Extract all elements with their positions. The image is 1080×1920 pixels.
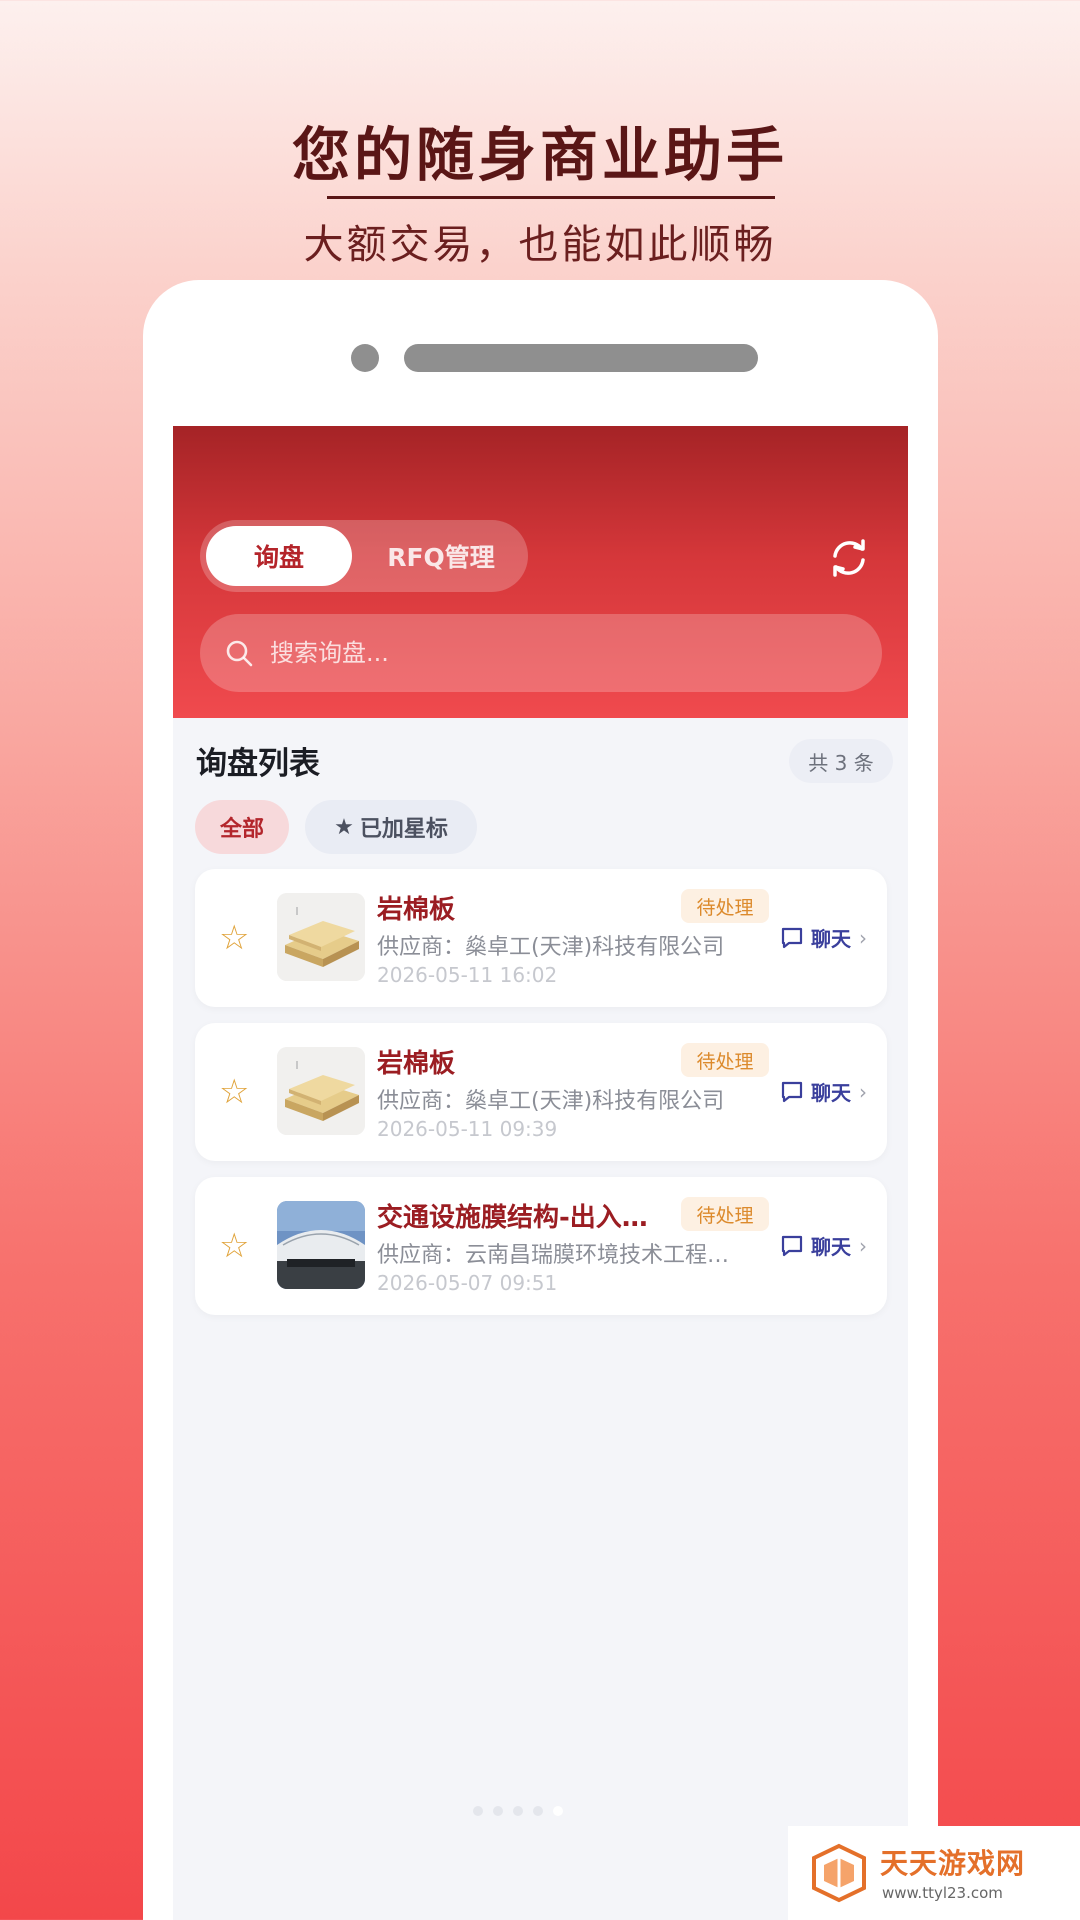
inquiry-title: 交通设施膜结构-出入… bbox=[377, 1203, 648, 1233]
watermark-logo-icon bbox=[812, 1843, 866, 1903]
watermark-name: 天天游戏网 bbox=[880, 1847, 1026, 1880]
inquiry-title: 岩棉板 bbox=[377, 1049, 456, 1079]
supplier-text: 供应商：燊卓工(天津)科技有限公司 bbox=[377, 935, 725, 960]
chat-bubble-icon bbox=[781, 1235, 803, 1256]
inquiry-card[interactable]: ☆ 交通设施膜结构-出入… 待处理 供应商：云南昌瑞膜环境技术工程… 2026-… bbox=[195, 1177, 887, 1315]
product-thumbnail bbox=[277, 1201, 365, 1289]
status-badge: 待处理 bbox=[681, 1043, 769, 1077]
site-watermark: 天天游戏网 www.ttyl23.com bbox=[788, 1826, 1080, 1920]
speaker-bar bbox=[404, 344, 758, 372]
camera-dot bbox=[351, 344, 379, 372]
chat-button[interactable]: 聊天 › bbox=[779, 923, 867, 952]
page-dot bbox=[473, 1806, 483, 1816]
watermark-url: www.ttyl23.com bbox=[882, 1884, 1003, 1902]
refresh-icon[interactable] bbox=[825, 534, 873, 582]
chevron-right-icon: › bbox=[859, 925, 867, 950]
star-outline-icon[interactable]: ☆ bbox=[219, 919, 249, 957]
chat-button[interactable]: 聊天 › bbox=[779, 1231, 867, 1260]
timestamp: 2026-05-11 09:39 bbox=[377, 1117, 558, 1141]
app-screen: 询盘 RFQ管理 搜索询盘... 询盘列表 共 3 条 全部 ★ 已加星标 ☆ bbox=[173, 426, 908, 1920]
inquiry-card[interactable]: ☆ 岩棉板 待处理 供应商：燊卓工(天津)科技有限公司 2026-05-11 0… bbox=[195, 1023, 887, 1161]
page-dot bbox=[493, 1806, 503, 1816]
tab-inquiry[interactable]: 询盘 bbox=[206, 526, 352, 586]
inquiry-title: 岩棉板 bbox=[377, 895, 456, 925]
chat-label: 聊天 bbox=[811, 1235, 851, 1259]
page-dot bbox=[513, 1806, 523, 1816]
page-indicator bbox=[473, 1806, 563, 1816]
list-title: 询盘列表 bbox=[196, 746, 320, 782]
star-outline-icon[interactable]: ☆ bbox=[219, 1227, 249, 1265]
page-dot-active bbox=[553, 1806, 563, 1816]
star-outline-icon[interactable]: ☆ bbox=[219, 1073, 249, 1111]
product-thumbnail bbox=[277, 893, 365, 981]
chat-button[interactable]: 聊天 › bbox=[779, 1077, 867, 1106]
search-icon bbox=[226, 640, 253, 667]
page-dot bbox=[533, 1806, 543, 1816]
star-filled-icon: ★ bbox=[334, 814, 354, 840]
inquiry-card[interactable]: ☆ 岩棉板 待处理 供应商：燊卓工(天津)科技有限公司 2026-05-11 1… bbox=[195, 869, 887, 1007]
count-badge: 共 3 条 bbox=[789, 739, 893, 783]
segmented-tabs: 询盘 RFQ管理 bbox=[200, 520, 528, 592]
chat-bubble-icon bbox=[781, 1081, 803, 1102]
app-header: 询盘 RFQ管理 搜索询盘... bbox=[173, 426, 908, 718]
chat-label: 聊天 bbox=[811, 1081, 851, 1105]
status-badge: 待处理 bbox=[681, 1197, 769, 1231]
supplier-text: 供应商：云南昌瑞膜环境技术工程… bbox=[377, 1243, 730, 1268]
chevron-right-icon: › bbox=[859, 1079, 867, 1104]
promo-title: 您的随身商业助手 bbox=[291, 121, 788, 189]
filter-starred-label: 已加星标 bbox=[359, 817, 448, 842]
timestamp: 2026-05-07 09:51 bbox=[377, 1271, 558, 1295]
chat-label: 聊天 bbox=[811, 927, 851, 951]
inquiry-list: ☆ 岩棉板 待处理 供应商：燊卓工(天津)科技有限公司 2026-05-11 1… bbox=[195, 869, 887, 1331]
product-thumbnail bbox=[277, 1047, 365, 1135]
promo-divider bbox=[327, 196, 775, 199]
search-input[interactable]: 搜索询盘... bbox=[200, 614, 882, 692]
filter-starred-chip[interactable]: ★ 已加星标 bbox=[305, 800, 477, 854]
chevron-right-icon: › bbox=[859, 1233, 867, 1258]
promo-subtitle: 大额交易，也能如此顺畅 bbox=[303, 222, 777, 268]
supplier-text: 供应商：燊卓工(天津)科技有限公司 bbox=[377, 1089, 725, 1114]
search-placeholder: 搜索询盘... bbox=[270, 639, 389, 667]
timestamp: 2026-05-11 16:02 bbox=[377, 963, 558, 987]
chat-bubble-icon bbox=[781, 927, 803, 948]
tab-rfq-management[interactable]: RFQ管理 bbox=[366, 526, 516, 586]
status-badge: 待处理 bbox=[681, 889, 769, 923]
filter-all-chip[interactable]: 全部 bbox=[195, 800, 289, 854]
